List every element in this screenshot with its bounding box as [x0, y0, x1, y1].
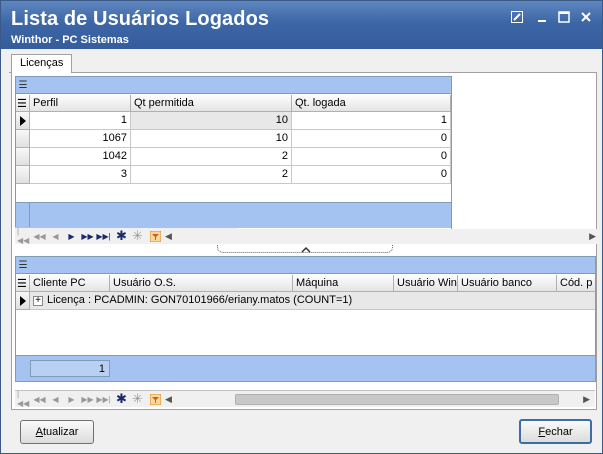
table-cell[interactable]: 2 [131, 148, 292, 166]
table-cell[interactable]: 1067 [30, 130, 131, 148]
grid-menu-icon[interactable]: ☰ [16, 77, 30, 94]
col-header-usuario-banco[interactable]: Usuário banco [458, 275, 557, 292]
table-cell[interactable]: 0 [292, 130, 451, 148]
minimize-icon[interactable] [534, 9, 550, 25]
maximize-icon[interactable] [556, 9, 572, 25]
last-record-icon[interactable]: ▶▶| [96, 392, 110, 406]
col-header-maquina[interactable]: Máquina [293, 275, 394, 292]
table-cell[interactable]: 10 [131, 112, 292, 130]
license-grid[interactable]: ☰ ☰ Perfil Qt permitida Qt. logada 1 10 … [15, 76, 452, 243]
col-header-qt-permitida[interactable]: Qt permitida [131, 95, 292, 112]
col-header-usuario-os[interactable]: Usuário O.S. [110, 275, 293, 292]
row-indicator[interactable] [16, 148, 30, 166]
refresh-button[interactable]: Atualizar [20, 420, 94, 444]
table-cell[interactable]: 10 [131, 130, 292, 148]
expand-icon[interactable]: + [33, 296, 43, 306]
title-bar[interactable]: Lista de Usuários Logados Winthor - PC S… [1, 1, 602, 49]
insert-record-icon[interactable]: ✱ [115, 228, 128, 243]
prev-page-icon[interactable]: ◀◀ [33, 392, 46, 406]
delete-record-icon[interactable]: ✳ [131, 228, 144, 243]
row-indicator[interactable] [16, 130, 30, 148]
scroll-left-icon[interactable]: ◀ [165, 231, 172, 242]
table-cell[interactable]: 0 [292, 166, 451, 184]
prev-record-icon[interactable]: ◀ [49, 229, 62, 243]
refresh-button-mnemonic: A [35, 426, 43, 438]
close-button-mnemonic: F [538, 425, 546, 438]
grid-menu-icon[interactable]: ☰ [16, 257, 30, 274]
table-cell[interactable]: 0 [292, 148, 451, 166]
help-icon[interactable] [509, 9, 525, 25]
session-grid[interactable]: ☰ ☰ Cliente PC Usuário O.S. Máquina Usuá… [15, 256, 596, 382]
table-cell[interactable]: 1 [292, 112, 451, 130]
table-cell[interactable]: 1042 [30, 148, 131, 166]
close-button[interactable]: Fechar [519, 419, 592, 444]
group-row-label: Licença : PCADMIN: GON70101966/eriany.ma… [47, 294, 353, 306]
table-cell[interactable]: 2 [131, 166, 292, 184]
close-icon[interactable] [578, 9, 594, 25]
bottom-navigator: |◀◀ ◀◀ ◀ ▶ ▶▶ ▶▶| ✱ ✳ ◀ ▶ [15, 390, 595, 408]
last-record-icon[interactable]: ▶▶| [96, 229, 110, 243]
prev-page-icon[interactable]: ◀◀ [33, 229, 46, 243]
scroll-left-icon[interactable]: ◀ [165, 394, 172, 405]
licencas-panel: ☰ ☰ Perfil Qt permitida Qt. logada 1 10 … [11, 73, 599, 410]
group-band: ☰ [16, 77, 451, 94]
footer-band: 1 [16, 355, 595, 381]
next-record-icon[interactable]: ▶ [65, 392, 78, 406]
tab-strip: Licenças [9, 53, 597, 74]
filter-icon[interactable] [149, 229, 162, 243]
next-record-icon[interactable]: ▶ [65, 229, 78, 243]
row-indicator[interactable] [16, 292, 30, 310]
col-header-perfil[interactable]: Perfil [30, 95, 131, 112]
close-button-label: echar [545, 425, 573, 438]
window-title: Lista de Usuários Logados [11, 8, 270, 30]
row-indicator[interactable] [16, 166, 30, 184]
top-navigator: |◀◀ ◀◀ ◀ ▶ ▶▶ ▶▶| ✱ ✳ ◀ ▶ [15, 227, 599, 245]
col-header-cod-p[interactable]: Cód. p [557, 275, 595, 292]
scroll-right-icon[interactable]: ▶ [589, 231, 596, 242]
prev-record-icon[interactable]: ◀ [49, 392, 62, 406]
col-header-qt-logada[interactable]: Qt. logada [292, 95, 451, 112]
bottom-hscrollbar[interactable]: ◀ ▶ [163, 392, 593, 407]
footer-band [16, 203, 451, 228]
refresh-button-label: tualizar [42, 426, 79, 438]
scroll-thumb[interactable] [235, 394, 559, 405]
header-menu-icon[interactable]: ☰ [16, 275, 30, 292]
scroll-right-icon[interactable]: ▶ [583, 394, 590, 405]
app-window: Lista de Usuários Logados Winthor - PC S… [0, 0, 603, 454]
col-header-cliente-pc[interactable]: Cliente PC [30, 275, 110, 292]
group-band: ☰ [16, 257, 595, 274]
footer-count: 1 [30, 360, 110, 377]
top-hscrollbar[interactable]: ◀ ▶ [163, 229, 599, 244]
tab-licencas[interactable]: Licenças [11, 54, 73, 74]
row-indicator[interactable] [16, 112, 30, 130]
insert-record-icon[interactable]: ✱ [115, 391, 128, 406]
table-cell[interactable]: 1 [30, 112, 131, 130]
col-header-usuario-win[interactable]: Usuário Win [394, 275, 458, 292]
window-subtitle: Winthor - PC Sistemas [11, 34, 129, 46]
header-menu-icon[interactable]: ☰ [16, 95, 30, 112]
next-page-icon[interactable]: ▶▶ [81, 229, 94, 243]
filter-icon[interactable] [149, 392, 162, 406]
first-record-icon[interactable]: |◀◀ [17, 227, 30, 245]
first-record-icon[interactable]: |◀◀ [17, 390, 30, 408]
footer-indicator [16, 203, 30, 228]
delete-record-icon[interactable]: ✳ [131, 391, 144, 406]
splitter-handle[interactable] [217, 245, 393, 253]
table-cell[interactable]: 3 [30, 166, 131, 184]
next-page-icon[interactable]: ▶▶ [81, 392, 94, 406]
group-row[interactable]: + Licença : PCADMIN: GON70101966/eriany.… [30, 292, 595, 310]
